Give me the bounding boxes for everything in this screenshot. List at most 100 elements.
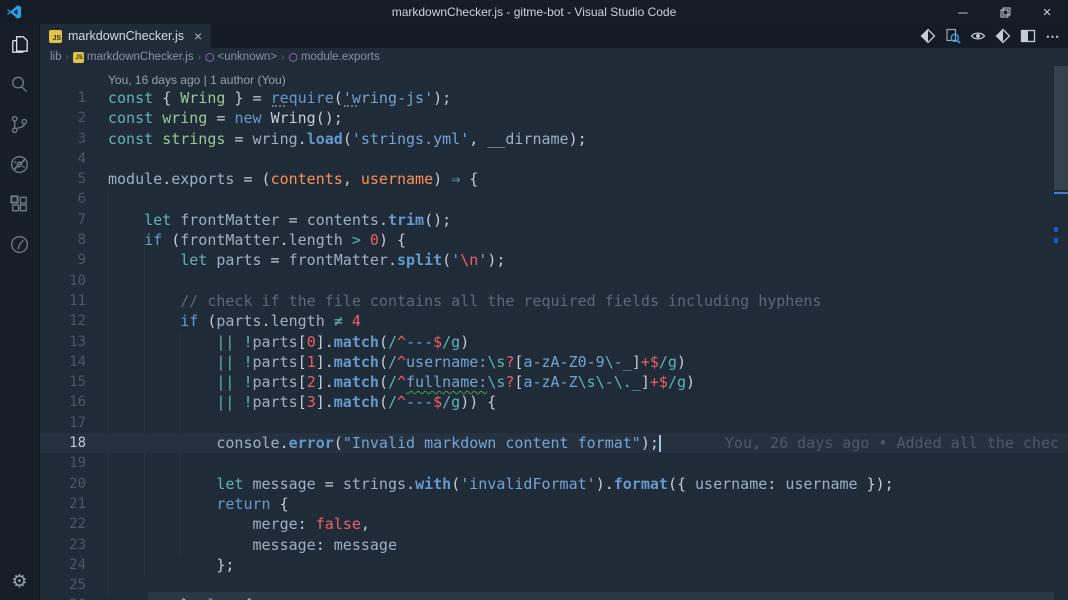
code-line: 4 xyxy=(40,149,1068,169)
chevron-right-icon: › xyxy=(198,52,201,63)
line-number: 14 xyxy=(40,352,108,372)
gear-icon: ⚙ xyxy=(11,571,27,592)
breadcrumb-item-file[interactable]: JS markdownChecker.js xyxy=(73,51,194,63)
symbol-namespace-icon: ⬡ xyxy=(288,51,298,64)
code-line: 8 if (frontMatter.length > 0) { xyxy=(40,230,1068,250)
code-line: 11 // check if the file contains all the… xyxy=(40,291,1068,311)
code-line: 1const { Wring } = require('wring-js'); xyxy=(40,88,1068,108)
line-number: 23 xyxy=(40,535,108,555)
vertical-scrollbar[interactable] xyxy=(1054,66,1068,600)
toggle-blame-button[interactable] xyxy=(969,27,987,45)
scrollbar-thumb[interactable] xyxy=(1054,66,1068,190)
code-line: 5module.exports = (contents, username) ⇒… xyxy=(40,169,1068,189)
js-file-icon: JS xyxy=(49,30,62,43)
line-number: 25 xyxy=(40,575,108,595)
sidebar-item-gitlens[interactable] xyxy=(0,224,40,264)
restore-icon xyxy=(1000,7,1011,18)
line-number: 8 xyxy=(40,230,108,250)
open-changes-icon xyxy=(920,28,936,44)
compare-revision-button[interactable] xyxy=(994,27,1012,45)
breadcrumb: lib › JS markdownChecker.js › ⬡ <unknown… xyxy=(40,48,1068,66)
code-line: 19 xyxy=(40,453,1068,473)
horizontal-scrollbar[interactable] xyxy=(148,592,1054,600)
breadcrumb-label: markdownChecker.js xyxy=(87,51,194,63)
line-number: 13 xyxy=(40,332,108,352)
overview-ruler-change-marker xyxy=(1054,238,1058,243)
overview-ruler-change-marker xyxy=(1054,227,1058,232)
line-number: 9 xyxy=(40,250,108,270)
code-line: 17 xyxy=(40,413,1068,433)
close-button[interactable]: × xyxy=(1026,0,1068,24)
sidebar-item-source-control[interactable] xyxy=(0,104,40,144)
code-line: 24 }; xyxy=(40,555,1068,575)
code-line: 13 || !parts[0].match(/^---$/g) xyxy=(40,332,1068,352)
code-line: 21 return { xyxy=(40,494,1068,514)
line-number: 15 xyxy=(40,372,108,392)
line-number: 17 xyxy=(40,413,108,433)
symbol-namespace-icon: ⬡ xyxy=(205,51,215,64)
breadcrumb-item-unknown[interactable]: ⬡ <unknown> xyxy=(205,51,277,64)
minimize-button[interactable]: ─ xyxy=(942,0,984,24)
code-line: 23 message: message xyxy=(40,535,1068,555)
line-number: 22 xyxy=(40,514,108,534)
code-line: 12 if (parts.length ≠ 4 xyxy=(40,311,1068,331)
code-lines: 1const { Wring } = require('wring-js');2… xyxy=(40,88,1068,600)
code-line: 15 || !parts[2].match(/^fullname:\s?[a-z… xyxy=(40,372,1068,392)
code-line: 6 xyxy=(40,189,1068,209)
minimize-icon: ─ xyxy=(958,5,967,20)
code-line: 10 xyxy=(40,271,1068,291)
search-editor-button[interactable] xyxy=(944,27,962,45)
line-number: 10 xyxy=(40,271,108,291)
sidebar-item-extensions[interactable] xyxy=(0,184,40,224)
tab-markdownchecker[interactable]: JS markdownChecker.js × xyxy=(40,24,212,48)
more-actions-button[interactable]: ⋯ xyxy=(1044,27,1062,45)
code-line: 9 let parts = frontMatter.split('\n'); xyxy=(40,250,1068,270)
code-line: 16 || !parts[3].match(/^---$/g)) { xyxy=(40,392,1068,412)
vscode-logo-icon xyxy=(6,4,22,20)
code-editor[interactable]: You, 16 days ago | 1 author (You) 1const… xyxy=(40,66,1068,600)
breadcrumb-label: module.exports xyxy=(301,51,380,63)
code-line: 2const wring = new Wring(); xyxy=(40,108,1068,128)
code-line: 22 merge: false, xyxy=(40,514,1068,534)
code-line: 7 let frontMatter = contents.trim(); xyxy=(40,210,1068,230)
eye-blame-icon xyxy=(970,28,986,44)
git-branch-icon xyxy=(8,113,31,136)
line-number: 11 xyxy=(40,291,108,311)
breadcrumb-item-lib[interactable]: lib xyxy=(50,51,62,63)
line-number: 3 xyxy=(40,129,108,149)
codelens-annotation[interactable]: You, 16 days ago | 1 author (You) xyxy=(40,68,1068,88)
line-number: 5 xyxy=(40,169,108,189)
line-number: 12 xyxy=(40,311,108,331)
line-number: 1 xyxy=(40,88,108,108)
tab-label: markdownChecker.js xyxy=(68,29,184,43)
overview-ruler-cursor-marker xyxy=(1054,192,1068,194)
split-editor-icon xyxy=(1020,28,1036,44)
sidebar-item-run-debug[interactable] xyxy=(0,144,40,184)
sidebar-item-search[interactable] xyxy=(0,64,40,104)
search-editor-icon xyxy=(945,28,961,44)
extensions-icon xyxy=(8,193,31,216)
code-line: 14 || !parts[1].match(/^username:\s?[a-z… xyxy=(40,352,1068,372)
line-number: 7 xyxy=(40,210,108,230)
breadcrumb-label: lib xyxy=(50,51,62,63)
debug-icon xyxy=(8,153,31,176)
files-icon xyxy=(8,33,31,56)
line-number: 4 xyxy=(40,149,108,169)
line-number: 21 xyxy=(40,494,108,514)
breadcrumb-item-module-exports[interactable]: ⬡ module.exports xyxy=(288,51,379,64)
tab-close-icon[interactable]: × xyxy=(194,29,202,43)
line-number: 20 xyxy=(40,474,108,494)
restore-button[interactable] xyxy=(984,0,1026,24)
open-changes-button[interactable] xyxy=(919,27,937,45)
split-editor-button[interactable] xyxy=(1019,27,1037,45)
sidebar-item-explorer[interactable] xyxy=(0,24,40,64)
chevron-right-icon: › xyxy=(281,52,284,63)
manage-gear-button[interactable]: ⚙ xyxy=(0,562,40,600)
tab-bar: JS markdownChecker.js × xyxy=(40,24,1068,48)
compare-diamond-icon xyxy=(995,28,1011,44)
code-line: 18 console.error("Invalid markdown conte… xyxy=(40,433,1068,453)
search-icon xyxy=(8,73,31,96)
code-line: 3const strings = wring.load('strings.yml… xyxy=(40,129,1068,149)
line-number: 26 xyxy=(40,595,108,600)
title-bar: markdownChecker.js - gitme-bot - Visual … xyxy=(0,0,1068,24)
